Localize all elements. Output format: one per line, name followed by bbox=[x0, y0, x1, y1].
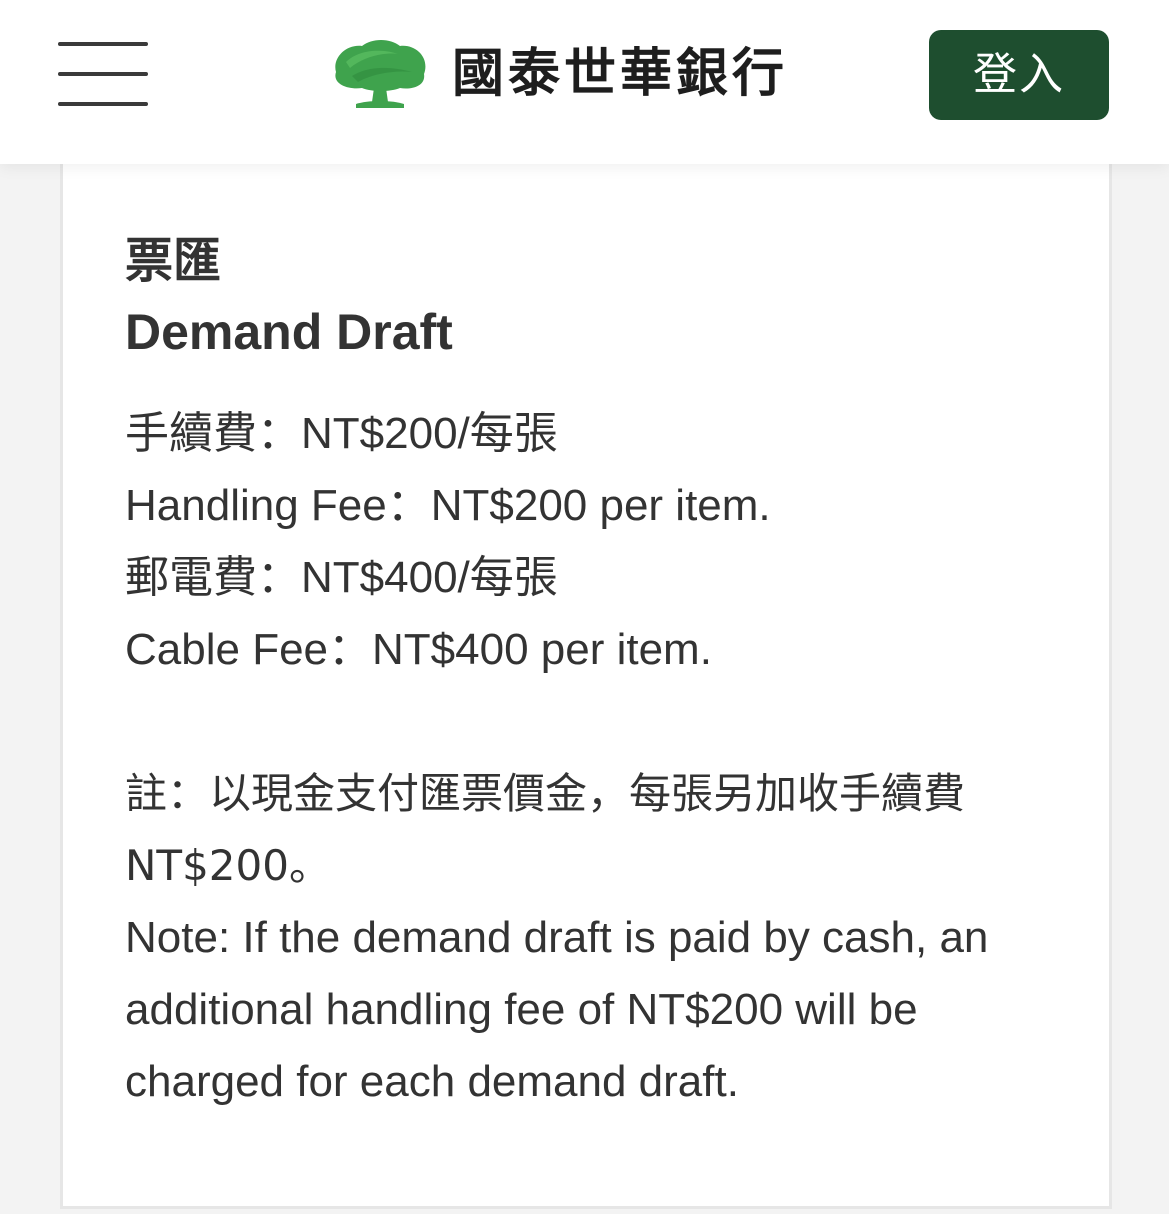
section-title-en: Demand Draft bbox=[125, 304, 453, 360]
handling-fee-en: Handling Fee：NT$200 per item. bbox=[125, 481, 771, 530]
note-zh: 註：以現金支付匯票價金，每張另加收手續費NT$200。 bbox=[125, 769, 966, 890]
handling-fee-zh: 手續費：NT$200/每張 bbox=[125, 409, 558, 458]
bank-name: 國泰世華銀行 bbox=[452, 44, 789, 104]
cable-fee-zh: 郵電費：NT$400/每張 bbox=[125, 553, 558, 602]
tree-logo-icon bbox=[335, 40, 426, 108]
cable-fee-en: Cable Fee：NT$400 per item. bbox=[125, 625, 712, 674]
section-title-zh: 票匯 bbox=[125, 233, 222, 289]
fee-card-content: 票匯 Demand Draft 手續費：NT$200/每張 Handling F… bbox=[125, 230, 1055, 1118]
top-header: 國泰世華銀行 登入 bbox=[0, 0, 1169, 164]
hamburger-menu-icon[interactable] bbox=[58, 40, 150, 110]
login-button[interactable]: 登入 bbox=[929, 30, 1109, 120]
note-en: Note: If the demand draft is paid by cas… bbox=[125, 913, 989, 1106]
fee-card: 票匯 Demand Draft 手續費：NT$200/每張 Handling F… bbox=[60, 150, 1112, 1209]
bank-logo[interactable]: 國泰世華銀行 bbox=[328, 36, 788, 112]
